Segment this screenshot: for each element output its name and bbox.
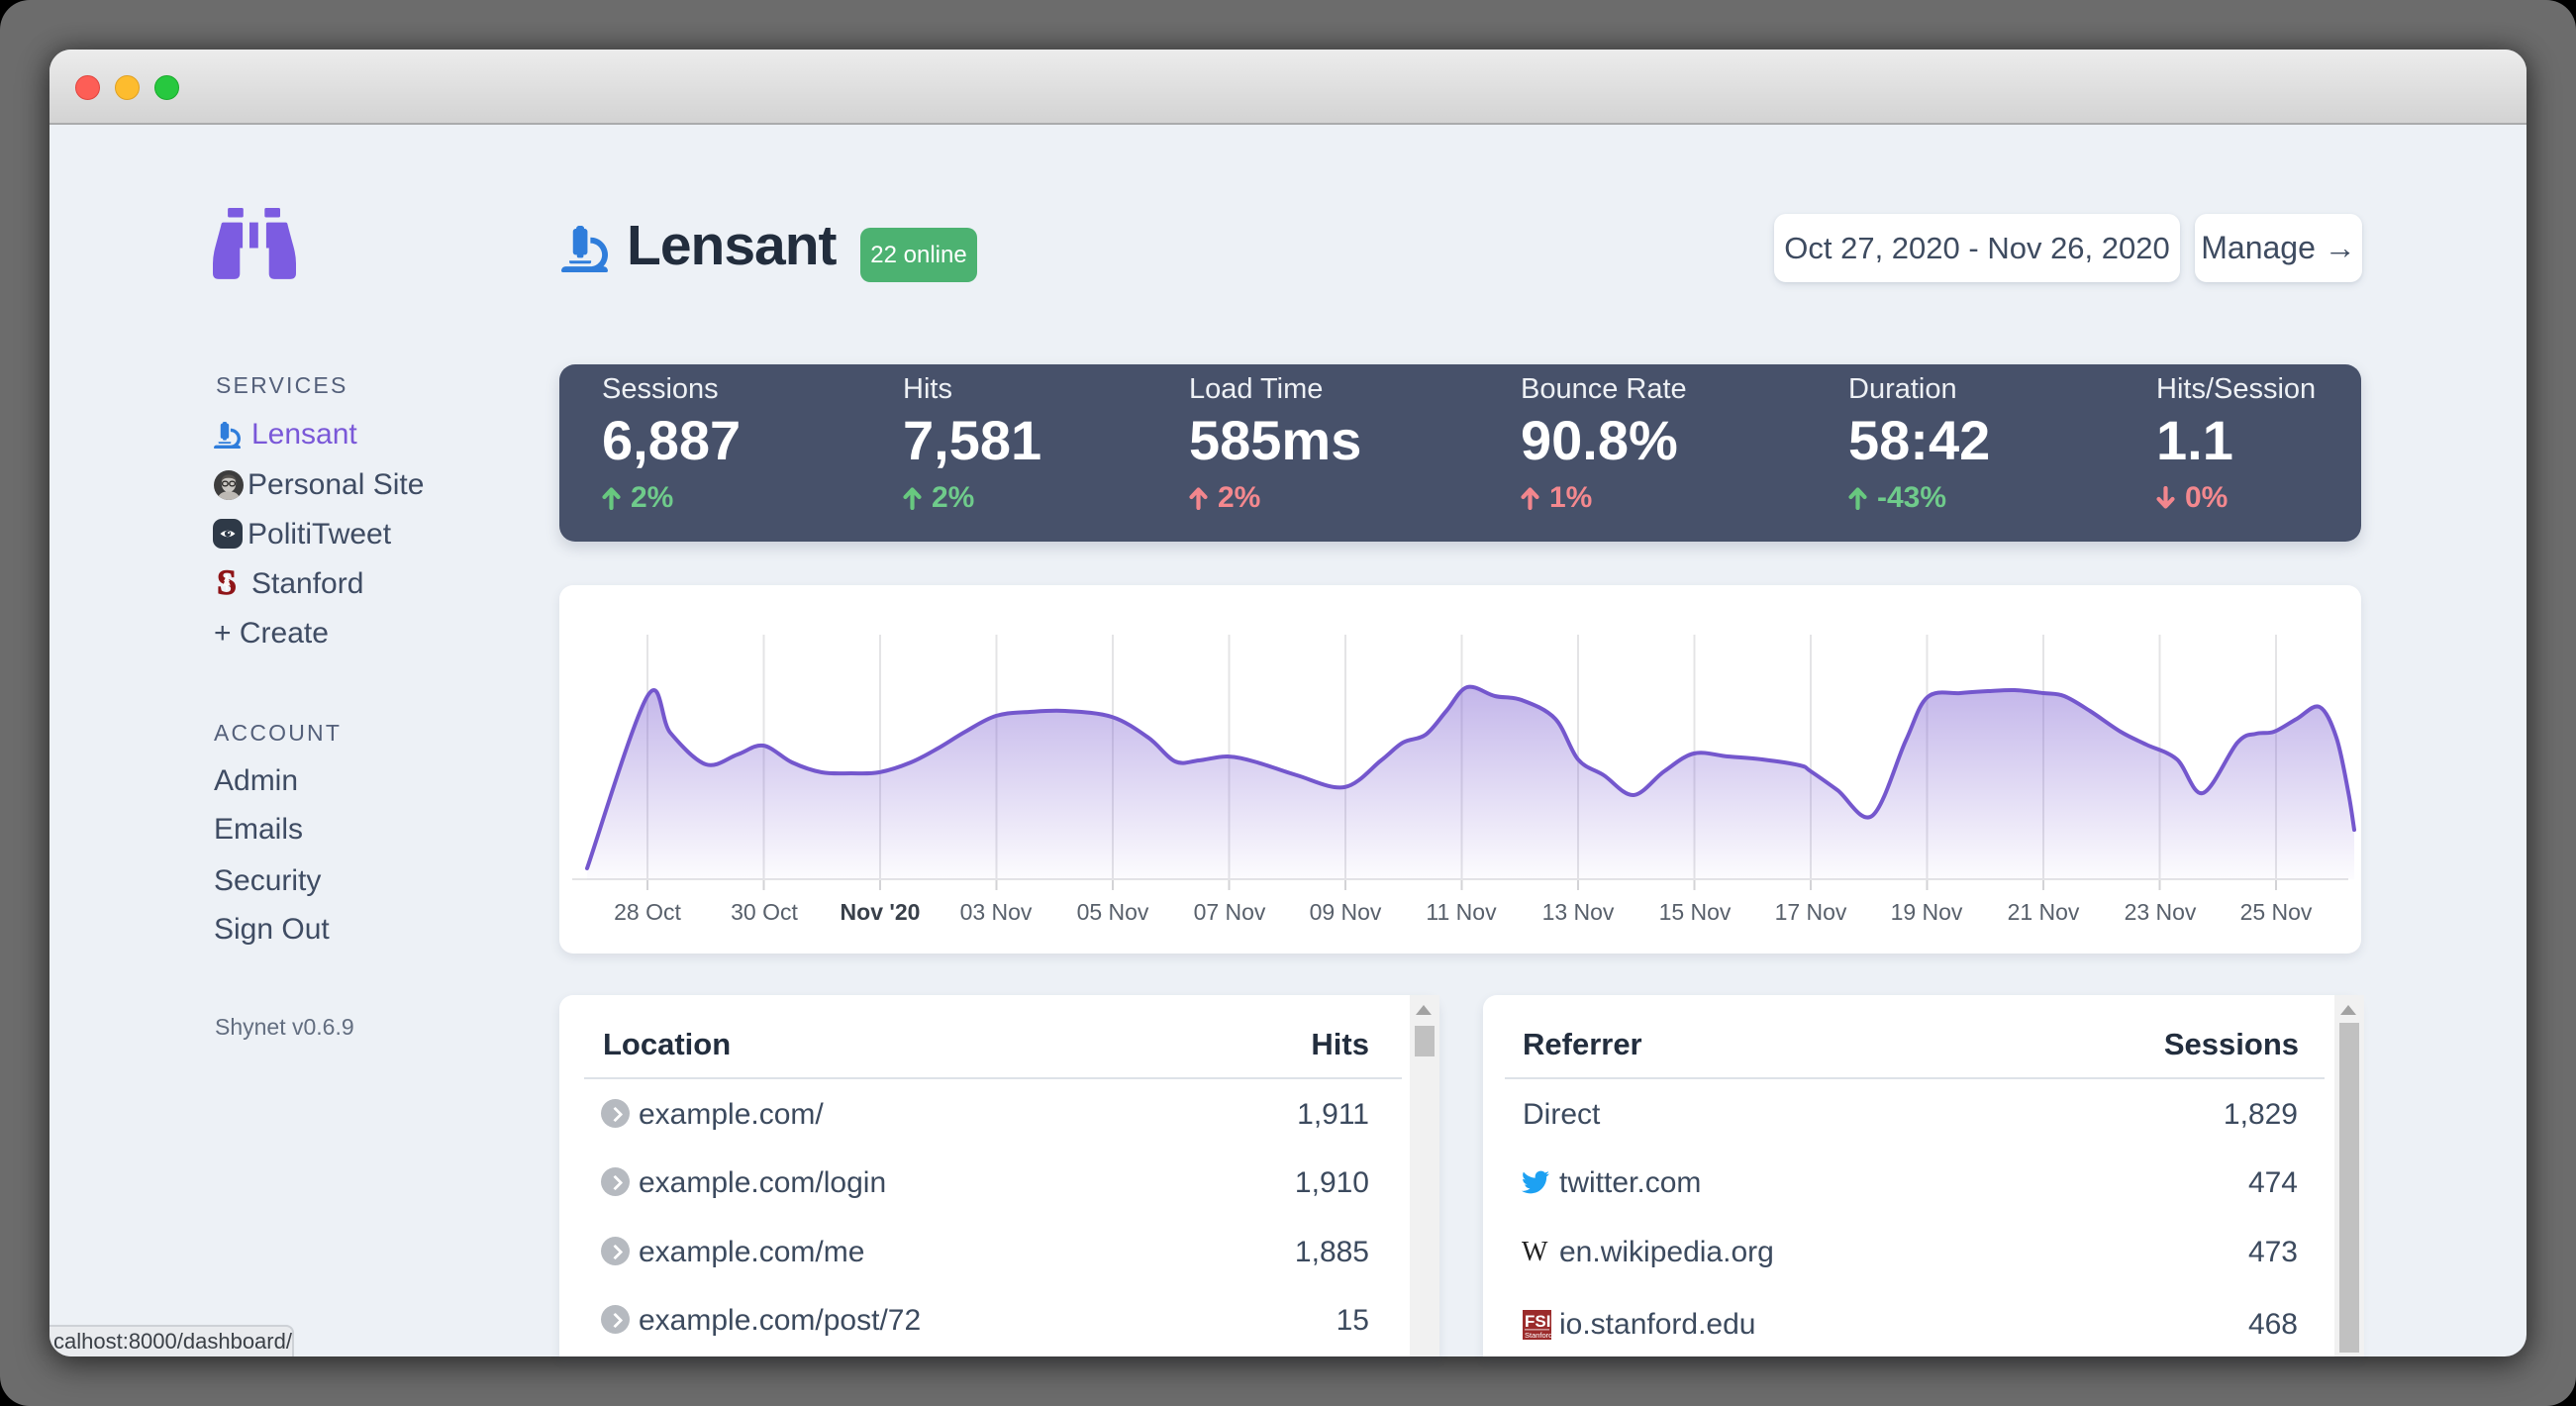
svg-text:Stanford: Stanford: [1525, 1331, 1551, 1340]
svg-text:FSI: FSI: [1525, 1312, 1550, 1331]
